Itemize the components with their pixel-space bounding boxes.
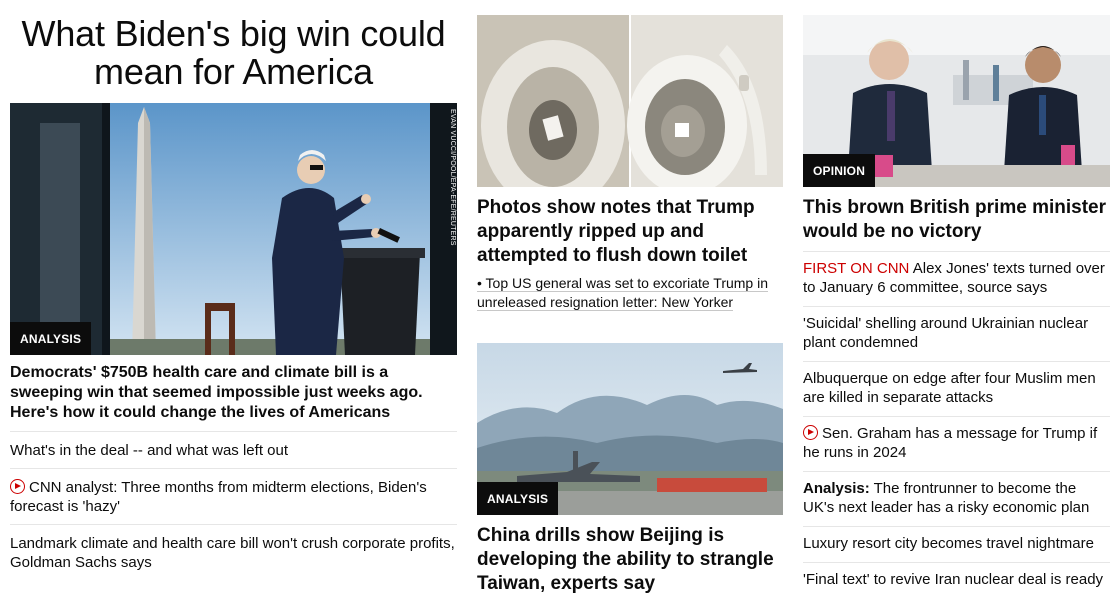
link-text[interactable]: Albuquerque on edge after four Muslim me… bbox=[803, 370, 1096, 406]
link-text[interactable]: Luxury resort city becomes travel nightm… bbox=[803, 535, 1094, 552]
related-links: What's in the deal -- and what was left … bbox=[10, 431, 457, 580]
first-on-cnn-tag: FIRST ON CNN bbox=[803, 260, 910, 277]
resignation-letter-link[interactable]: • Top US general was set to excoriate Tr… bbox=[477, 274, 783, 312]
analysis-badge: ANALYSIS bbox=[10, 322, 92, 355]
list-item[interactable]: FIRST ON CNN Alex Jones' texts turned ov… bbox=[803, 251, 1110, 306]
lead-column: What Biden's big win could mean for Amer… bbox=[10, 0, 457, 580]
list-item[interactable]: 'Suicidal' shelling around Ukrainian nuc… bbox=[803, 306, 1110, 361]
uk-politicians-photo[interactable]: OPINION bbox=[803, 15, 1110, 187]
photo-credit: EVAN VUCCI/POOL/EPA-EFE/REUTERS bbox=[449, 109, 456, 246]
china-drills-photo[interactable]: ANALYSIS bbox=[477, 343, 783, 515]
list-item[interactable]: What's in the deal -- and what was left … bbox=[10, 431, 457, 468]
play-icon bbox=[803, 425, 818, 440]
list-item[interactable]: CNN analyst: Three months from midterm e… bbox=[10, 468, 457, 524]
lead-headline[interactable]: Democrats' $750B health care and climate… bbox=[10, 363, 457, 423]
toilet-photo-illustration bbox=[477, 15, 783, 187]
list-item[interactable]: 'Final text' to revive Iran nuclear deal… bbox=[803, 562, 1110, 598]
list-item[interactable]: Landmark climate and health care bill wo… bbox=[10, 524, 457, 580]
opinion-headline[interactable]: This brown British prime minister would … bbox=[803, 196, 1110, 244]
link-text[interactable]: CNN analyst: Three months from midterm e… bbox=[10, 479, 427, 515]
link-text[interactable]: 'Suicidal' shelling around Ukrainian nuc… bbox=[803, 315, 1088, 351]
link-text[interactable]: What's in the deal -- and what was left … bbox=[10, 442, 288, 459]
analysis-badge: ANALYSIS bbox=[477, 482, 559, 515]
right-column: OPINION This brown British prime ministe… bbox=[803, 0, 1110, 598]
link-text[interactable]: Sen. Graham has a message for Trump if h… bbox=[803, 425, 1097, 461]
link-text[interactable]: Landmark climate and health care bill wo… bbox=[10, 535, 455, 571]
list-item[interactable]: Luxury resort city becomes travel nightm… bbox=[803, 526, 1110, 562]
play-icon bbox=[10, 479, 25, 494]
analysis-tag: Analysis: bbox=[803, 480, 870, 497]
biden-photo-illustration bbox=[10, 103, 457, 355]
more-top-stories: FIRST ON CNN Alex Jones' texts turned ov… bbox=[803, 251, 1110, 598]
toilet-notes-photo[interactable] bbox=[477, 15, 783, 187]
list-item[interactable]: Sen. Graham has a message for Trump if h… bbox=[803, 416, 1110, 471]
china-drills-headline[interactable]: China drills show Beijing is developing … bbox=[477, 524, 783, 596]
toilet-notes-headline[interactable]: Photos show notes that Trump apparently … bbox=[477, 196, 783, 268]
link-text[interactable]: • Top US general was set to excoriate Tr… bbox=[477, 275, 769, 311]
list-item[interactable]: Albuquerque on edge after four Muslim me… bbox=[803, 361, 1110, 416]
biden-podium-photo[interactable]: EVAN VUCCI/POOL/EPA-EFE/REUTERS ANALYSIS bbox=[10, 103, 457, 355]
list-item[interactable]: Analysis: The frontrunner to become the … bbox=[803, 471, 1110, 526]
link-text[interactable]: 'Final text' to revive Iran nuclear deal… bbox=[803, 571, 1103, 588]
lead-title[interactable]: What Biden's big win could mean for Amer… bbox=[10, 15, 457, 91]
middle-column: Photos show notes that Trump apparently … bbox=[477, 0, 783, 596]
opinion-badge: OPINION bbox=[803, 154, 876, 187]
